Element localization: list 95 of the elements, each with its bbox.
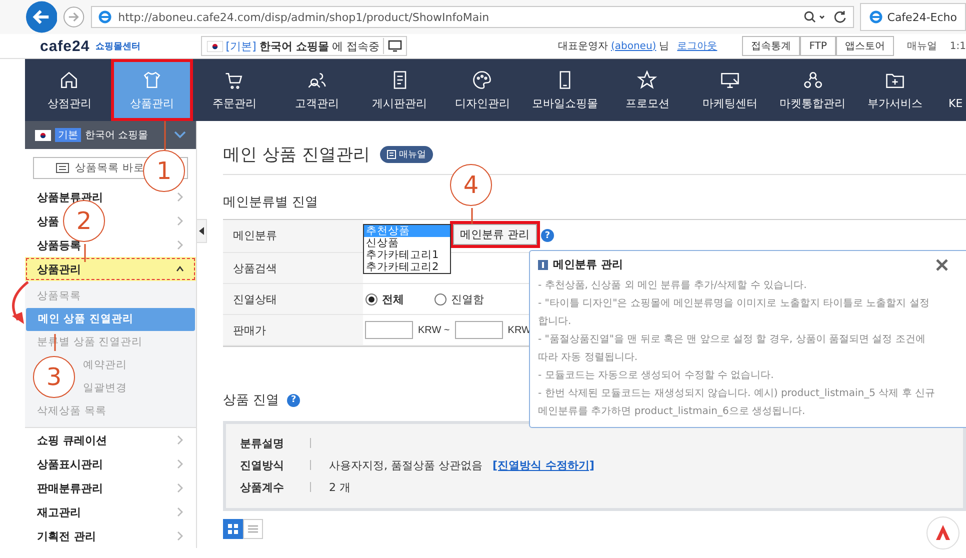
radio-circle-icon xyxy=(365,292,378,306)
category-listbox[interactable]: 추천상품 신상품 추가카테고리1 추가카테고리2 xyxy=(363,224,451,274)
nav-icon xyxy=(471,69,494,91)
chevron-down-icon xyxy=(174,131,186,139)
popup-title: 메인분류 관리 xyxy=(553,257,623,272)
sidebar-menu-item[interactable]: 상품 xyxy=(37,214,59,228)
sidebar-menu-item[interactable]: 재고관리 xyxy=(37,504,81,520)
book-icon xyxy=(386,150,396,159)
status-radio[interactable]: 전체 xyxy=(365,292,404,306)
radio-circle-icon xyxy=(434,292,447,306)
address-bar[interactable]: http://aboneu.cafe24.com/disp/admin/shop1/product/ShowInfoMain xyxy=(91,6,854,28)
sidebar-menu-item[interactable]: 판매분류관리 xyxy=(37,480,103,496)
popup-text: - "타이틀 디자인"은 쇼핑몰에 메인분류명을 이미지로 노출할지 타이틀로 노출할지 설정합니다. xyxy=(538,297,930,329)
grid-icon xyxy=(228,524,238,534)
list-icon xyxy=(56,163,69,173)
nav-tab[interactable]: 게시판관리 xyxy=(358,59,441,121)
flag-icon xyxy=(206,40,223,52)
info-value: 사용자지정, 품절상품 상관없음 xyxy=(329,458,482,472)
back-button[interactable] xyxy=(26,1,58,33)
refresh-icon[interactable] xyxy=(833,10,848,24)
info-label: 상품계수 xyxy=(240,480,285,494)
info-label: 진열방식 xyxy=(240,458,285,472)
number-callout: 4 xyxy=(450,164,492,206)
nav-tab[interactable]: 모바일쇼핑몰 xyxy=(524,59,606,121)
nav-icon xyxy=(802,69,824,91)
list-icon xyxy=(248,524,258,534)
flag-icon xyxy=(35,130,51,140)
field-label: 판매가 xyxy=(223,315,363,345)
sidebar-menu-item[interactable]: 기획전 관리 xyxy=(37,528,96,544)
popup-text: - 한번 삭제된 모듈코드는 재생성되지 않습니다. 예시) product_listmain_5 삭제 후 신규 메인분류를 추가하면 product_listmain_6으로 생성됩니다. xyxy=(538,387,936,419)
info-label: 분류설명 xyxy=(240,436,285,450)
shop-indicator[interactable]: [기본] 한국어 쇼핑몰 에 접속중 xyxy=(200,36,407,56)
nav-tab[interactable]: KE xyxy=(936,59,966,121)
section-heading: 메인분류별 진열 xyxy=(223,195,318,210)
search-icon[interactable] xyxy=(803,10,828,24)
callout-line xyxy=(471,208,473,224)
shop-status: 에 접속중 xyxy=(332,38,380,54)
nav-tab[interactable]: 상점관리 xyxy=(28,59,111,121)
shop-prefix: [기본] xyxy=(226,38,256,54)
nav-tab[interactable]: 프로모션 xyxy=(606,59,689,121)
popup-text: - "품절상품진열"을 맨 뒤로 혹은 맨 앞으로 설정 할 경우, 상품이 품절되면 설정 조건에 따라 자동 정렬됩니다. xyxy=(538,333,926,365)
category-option[interactable]: 신상품 xyxy=(364,237,450,249)
collapse-sidebar-handle[interactable] xyxy=(196,219,207,243)
sidebar-menu-item[interactable]: 상품관리 xyxy=(37,262,81,276)
logo[interactable]: cafe24 xyxy=(40,38,90,54)
admin-label: 대표운영자 xyxy=(558,40,608,53)
shop-selector[interactable]: 기본 한국어 쇼핑몰 xyxy=(25,121,196,149)
nav-tab[interactable]: 디자인관리 xyxy=(440,59,524,121)
help-button[interactable]: ? xyxy=(541,229,554,242)
popup-text: - 추천상품, 신상품 외 메인 분류를 추가/삭제할 수 있습니다. xyxy=(538,279,808,293)
manual-button[interactable]: 매뉴얼 xyxy=(380,146,433,163)
price-max-field[interactable] xyxy=(454,321,503,339)
nav-tab[interactable]: 마켓통합관리 xyxy=(771,59,854,121)
admin-id-link[interactable]: (aboneu) xyxy=(610,40,656,52)
price-min-field[interactable] xyxy=(365,321,413,339)
nav-icon xyxy=(636,69,658,91)
header-button[interactable]: 접속통계 xyxy=(742,36,800,56)
info-value: 2 개 xyxy=(329,480,350,494)
browser-icon xyxy=(98,10,112,24)
shop-badge: 기본 xyxy=(55,128,81,142)
callout-line xyxy=(164,121,166,150)
field-label: 메인분류 xyxy=(223,220,363,252)
app-logo-icon[interactable] xyxy=(926,516,960,550)
sidebar-menu-item[interactable]: 쇼핑 큐레이션 xyxy=(37,432,107,448)
admin-suffix: 님 xyxy=(659,40,670,53)
nav-tab[interactable]: 마케팅센터 xyxy=(688,59,772,121)
logout-link[interactable]: 로그아웃 xyxy=(677,39,718,53)
nav-tab[interactable]: 고객관리 xyxy=(276,59,358,121)
header-button[interactable]: 앱스토어 xyxy=(836,36,894,56)
field-label: 진열상태 xyxy=(223,284,363,314)
shop-name: 한국어 쇼핑몰 xyxy=(259,38,330,54)
nav-tab[interactable]: 부가서비스 xyxy=(854,59,937,121)
close-icon[interactable] xyxy=(936,258,948,270)
header-button[interactable]: FTP xyxy=(800,36,836,56)
category-option[interactable]: 추가카테고리2 xyxy=(364,261,450,273)
sidebar-menu-item[interactable]: 상품표시관리 xyxy=(37,456,103,472)
section-heading: 상품 진열 xyxy=(223,392,280,409)
browser-tab[interactable]: Cafe24-Echo xyxy=(860,3,966,31)
page-title: 메인 상품 진열관리 xyxy=(223,144,370,166)
manual-link[interactable]: 매뉴얼 xyxy=(906,39,937,53)
nav-tab[interactable]: 주문관리 xyxy=(193,59,276,121)
popup-text: - 모듈코드는 자동으로 생성되어 수정할 수 없습니다. xyxy=(538,369,775,383)
callout-line xyxy=(84,244,86,262)
inquiry-link[interactable]: 1:1 xyxy=(950,40,966,52)
help-button[interactable]: ? xyxy=(287,394,300,406)
logo-subtitle: 쇼핑몰센터 xyxy=(96,40,141,52)
grid-view-button[interactable] xyxy=(223,519,243,539)
category-option[interactable]: 추가카테고리1 xyxy=(364,249,450,261)
browser-icon xyxy=(869,10,884,24)
status-radio[interactable]: 진열함 xyxy=(434,292,484,306)
info-icon xyxy=(538,260,548,270)
field-label: 상품검색 xyxy=(223,253,363,283)
edit-display-link[interactable]: [진열방식 수정하기] xyxy=(492,458,594,472)
currency-label: KRW ~ xyxy=(418,324,450,336)
curved-arrow xyxy=(12,281,29,324)
